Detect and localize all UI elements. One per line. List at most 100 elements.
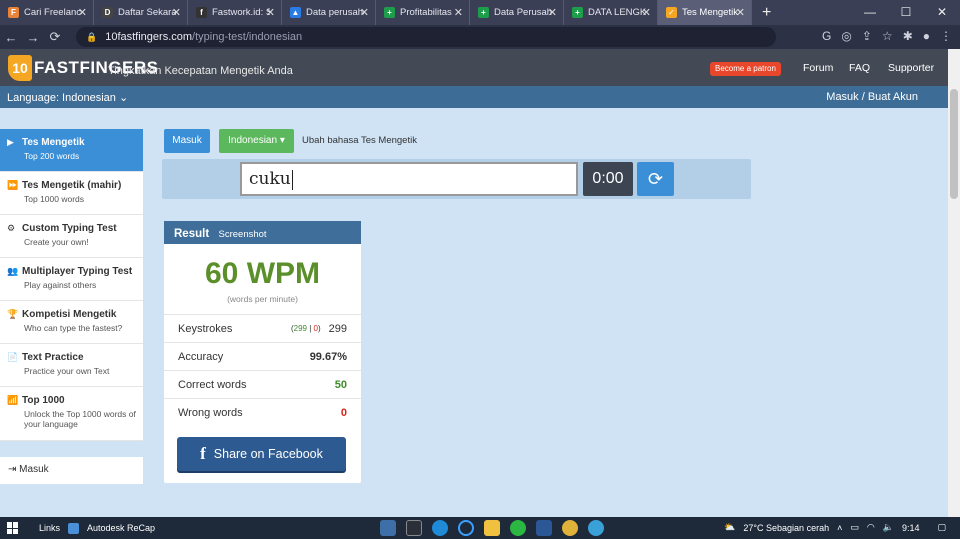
keystrokes-row: Keystrokes (299 | 0) 299 [164,314,361,342]
tab-close-icon[interactable]: ✕ [736,6,745,19]
links-toolbar[interactable]: Links [39,523,60,533]
sidebar-item-subtitle: Create your own! [24,237,89,247]
screenshot-link[interactable]: Screenshot [219,229,267,240]
sidebar-item-competition[interactable]: 🏆 Kompetisi Mengetik Who can type the fast… [0,301,143,344]
typing-row: cuku 0:00 ⟳ [162,159,751,199]
sidebar-item-text-practice[interactable]: 📄 Text Practice Practice your own Text [0,344,143,387]
recap-icon[interactable] [68,522,80,534]
tray-chevron-icon[interactable]: ˄ [837,523,842,533]
sidebar-item-label: Top 1000 [22,395,65,406]
sidebar-item-subtitle: Play against others [24,280,97,290]
forum-link[interactable]: Forum [803,62,833,74]
close-window-icon[interactable]: ✕ [924,0,960,25]
language-dropdown-button[interactable]: Indonesian ▾ [219,129,294,153]
login-register-link[interactable]: Masuk / Buat Akun [826,91,918,103]
task-view-icon[interactable] [406,520,422,536]
sidebar-item-label: Custom Typing Test [22,223,117,234]
windows-start-icon[interactable] [7,522,19,534]
profile-avatar[interactable]: ● [923,29,930,43]
notifications-icon[interactable]: ▢ [937,522,946,533]
facebook-icon: f [200,444,206,463]
tab-close-icon[interactable]: ✕ [642,6,651,19]
chrome-alt-icon[interactable] [588,520,604,536]
sidebar-item-top-1000[interactable]: 📶 Top 1000 Unlock the Top 1000 words of yo… [0,387,143,441]
weather-icon[interactable]: ⛅ [724,522,735,533]
sidebar: ▶ Tes Mengetik Top 200 words ⏩ Tes Mengetik … [0,129,143,441]
sidebar-item-title: 🏆 Kompetisi Mengetik [7,309,137,320]
browser-tab[interactable]: ▲ Data perusahaan✕ [282,0,376,25]
become-patron-button[interactable]: Become a patron [710,62,781,76]
sidebar-item-custom-typing-test[interactable]: ⚙ Custom Typing Test Create your own! [0,215,143,258]
sidebar-item-title: ⏩ Tes Mengetik (mahir) [7,180,137,191]
sidebar-item-typing-test-advanced[interactable]: ⏩ Tes Mengetik (mahir) Top 1000 words [0,172,143,215]
weather-text[interactable]: 27°C Sebagian cerah [743,523,829,533]
forward-icon[interactable]: → [22,30,44,45]
file-explorer-icon[interactable] [484,520,500,536]
share-facebook-button[interactable]: f Share on Facebook [177,437,346,471]
back-icon[interactable]: ← [0,30,22,45]
masuk-button[interactable]: Masuk [164,129,210,153]
clock[interactable]: 9:14 [902,523,920,533]
browser-tab[interactable]: F Cari Freelance ✕ [0,0,94,25]
maximize-icon[interactable]: ☐ [888,0,924,25]
word-icon[interactable] [536,520,552,536]
tagline: Tingkatkan Kecepatan Mengetik Anda [108,65,293,77]
browser-tab[interactable]: + DATA LENGKAP✕ [564,0,658,25]
refresh-button[interactable]: ⟳ [637,162,674,196]
star-icon[interactable]: ☆ [882,29,893,43]
language-selector[interactable]: Language: Indonesian ⌄ [7,91,128,104]
reload-icon[interactable]: ⟳ [44,29,66,45]
browser-tab[interactable]: f Fastwork.id: S ✕ [188,0,282,25]
minimize-icon[interactable]: — [852,0,888,25]
url-field[interactable]: 🔒 10fastfingers.com/typing-test/indonesi… [76,27,776,47]
supporter-link[interactable]: Supporter [888,62,934,74]
wpm-value: 60 WPM [204,257,321,290]
page-scrollbar[interactable] [948,49,960,517]
sidebar-item-multiplayer[interactable]: 👥 Multiplayer Typing Test Play against oth… [0,258,143,301]
eye-off-icon[interactable]: ◎ [841,29,851,43]
browser-tab[interactable]: + Profitabilitas ✕ [376,0,470,25]
lock-icon[interactable]: 🔒 [86,32,97,43]
tab-close-icon[interactable]: ✕ [360,6,369,19]
wifi-icon[interactable]: ◠ [867,522,875,533]
tab-title: Data perusahaan [306,7,364,18]
tab-close-icon[interactable]: ✕ [266,6,275,19]
top-1000-icon: 📶 [7,395,19,405]
result-header: Result Screenshot [164,221,361,244]
sidebar-item-typing-test[interactable]: ▶ Tes Mengetik Top 200 words [0,129,143,172]
share-icon[interactable]: ⇪ [862,29,872,43]
recap-app-icon[interactable] [380,520,396,536]
wrong-words-row: Wrong words 0 [164,398,361,426]
tab-close-icon[interactable]: ✕ [78,6,87,19]
sidebar-item-title: 📶 Top 1000 [7,395,137,406]
faq-link[interactable]: FAQ [849,62,870,74]
tab-close-icon[interactable]: ✕ [454,6,463,19]
correct-words-row: Correct words 50 [164,370,361,398]
cortana-icon[interactable] [458,520,474,536]
new-tab-button[interactable]: + [762,4,771,22]
browser-tab[interactable]: ✓ Tes Mengetik ✕ [658,0,752,25]
browser-tab[interactable]: D Daftar Sekarang✕ [94,0,188,25]
menu-icon[interactable]: ⋮ [940,29,952,43]
wrong-words-value: 0 [340,406,347,419]
sidebar-login[interactable]: ⇥ Masuk [0,457,143,484]
share-facebook-label: Share on Facebook [213,447,323,461]
correct-words-label: Correct words [178,378,247,391]
typing-input[interactable]: cuku [240,162,578,196]
chrome-icon[interactable] [562,520,578,536]
volume-icon[interactable]: 🔈 [883,522,894,533]
extensions-icon[interactable]: ✱ [903,29,913,43]
edge-icon[interactable] [432,520,448,536]
tab-favicon-icon: + [384,7,395,18]
google-icon[interactable]: G [822,29,831,43]
keystrokes-total: 299 [328,322,347,335]
browser-tab[interactable]: + Data Perusahaan✕ [470,0,564,25]
autodesk-recap-app[interactable]: Autodesk ReCap [87,523,155,533]
battery-icon[interactable]: ▭ [850,522,859,533]
sidebar-item-subtitle: Top 200 words [24,151,80,161]
whatsapp-icon[interactable] [510,520,526,536]
scrollbar-thumb[interactable] [950,89,958,199]
tab-close-icon[interactable]: ✕ [172,6,181,19]
competition-icon: 🏆 [7,309,19,319]
tab-close-icon[interactable]: ✕ [548,6,557,19]
